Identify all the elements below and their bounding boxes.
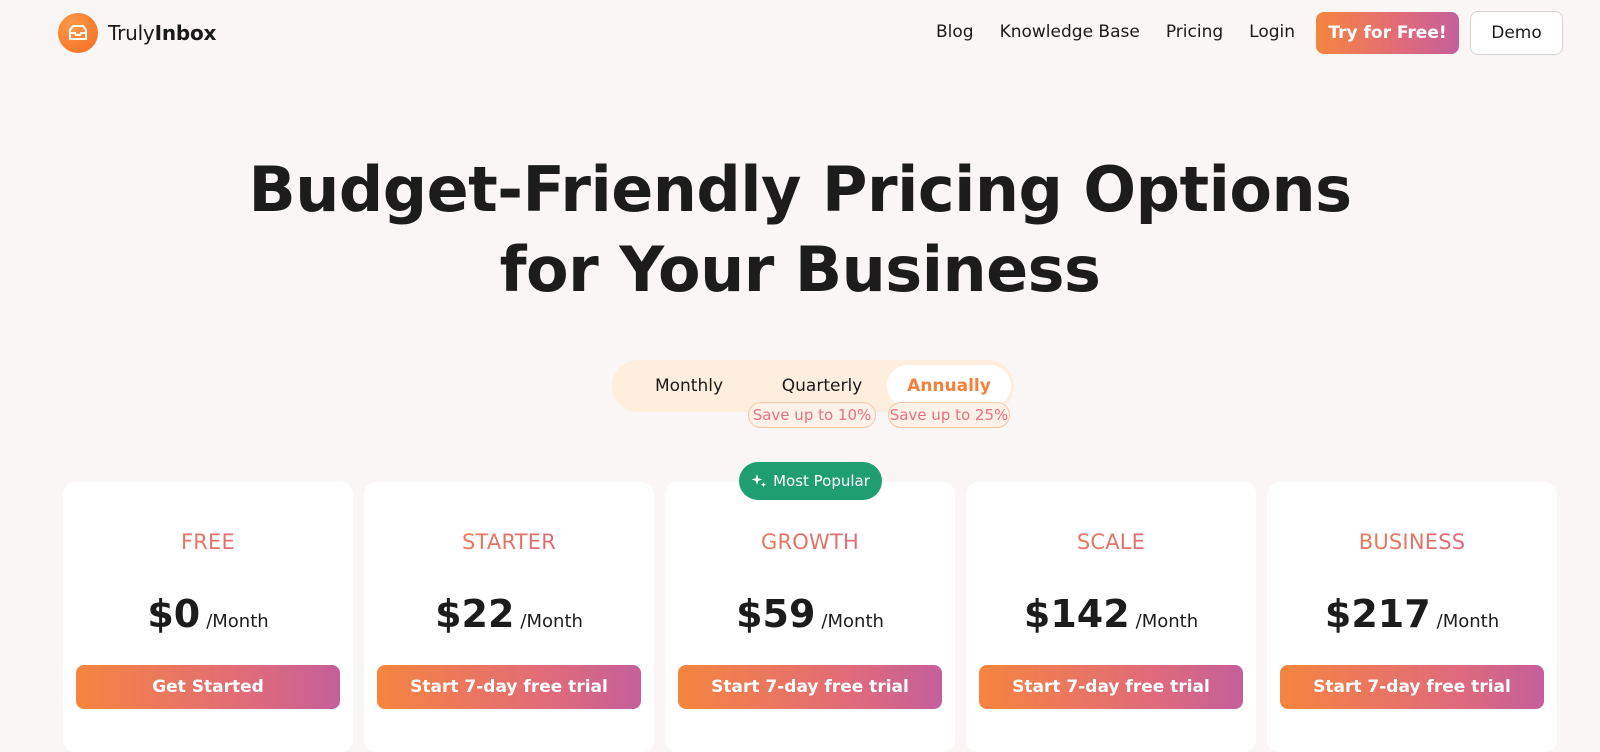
price-amount: $59	[736, 592, 816, 636]
annual-savings-badge: Save up to 25%	[888, 402, 1010, 428]
plan-price: $217 /Month	[1267, 592, 1557, 636]
plan-card-free: FREE $0 /Month Get Started	[63, 482, 353, 752]
hero: Budget-Friendly Pricing Options for Your…	[0, 150, 1600, 310]
billing-option-quarterly[interactable]: Quarterly	[747, 365, 897, 407]
pricing-plans: FREE $0 /Month Get Started STARTER $22 /…	[63, 482, 1563, 752]
most-popular-label: Most Popular	[773, 472, 870, 490]
plan-price: $59 /Month	[665, 592, 955, 636]
plan-cta-button[interactable]: Start 7-day free trial	[1280, 665, 1544, 709]
billing-option-monthly[interactable]: Monthly	[624, 365, 754, 407]
plan-name: GROWTH	[665, 530, 955, 554]
plan-card-growth: GROWTH $59 /Month Start 7-day free trial	[665, 482, 955, 752]
price-amount: $22	[435, 592, 515, 636]
plan-name: FREE	[63, 530, 353, 554]
nav-link-pricing[interactable]: Pricing	[1166, 22, 1223, 42]
plan-name: STARTER	[364, 530, 654, 554]
nav-link-login[interactable]: Login	[1249, 22, 1295, 42]
inbox-tray-icon	[58, 13, 98, 53]
nav-link-blog[interactable]: Blog	[936, 22, 974, 42]
plan-price: $0 /Month	[63, 592, 353, 636]
page-title-line-1: Budget-Friendly Pricing Options	[248, 153, 1352, 226]
nav-menu: Blog Knowledge Base Pricing Login	[936, 22, 1321, 42]
logo-text-bold: Inbox	[154, 21, 217, 45]
plan-name: SCALE	[966, 530, 1256, 554]
logo[interactable]: TrulyInbox	[58, 13, 216, 53]
most-popular-badge: Most Popular	[739, 462, 882, 500]
price-period: /Month	[1135, 611, 1199, 632]
price-period: /Month	[1436, 611, 1500, 632]
logo-wordmark: TrulyInbox	[108, 21, 216, 45]
plan-card-scale: SCALE $142 /Month Start 7-day free trial	[966, 482, 1256, 752]
price-period: /Month	[520, 611, 583, 632]
demo-button[interactable]: Demo	[1470, 11, 1563, 55]
plan-cta-button[interactable]: Get Started	[76, 665, 340, 709]
plan-card-starter: STARTER $22 /Month Start 7-day free tria…	[364, 482, 654, 752]
plan-price: $142 /Month	[966, 592, 1256, 636]
sparkle-icon	[751, 474, 767, 488]
try-for-free-button[interactable]: Try for Free!	[1316, 12, 1459, 54]
plan-cta-button[interactable]: Start 7-day free trial	[377, 665, 641, 709]
plan-card-business: BUSINESS $217 /Month Start 7-day free tr…	[1267, 482, 1557, 752]
quarterly-savings-badge: Save up to 10%	[748, 402, 876, 428]
page-title: Budget-Friendly Pricing Options for Your…	[0, 150, 1600, 310]
plan-price: $22 /Month	[364, 592, 654, 636]
price-amount: $142	[1023, 592, 1130, 636]
plan-cta-button[interactable]: Start 7-day free trial	[979, 665, 1243, 709]
nav-link-knowledge-base[interactable]: Knowledge Base	[1000, 22, 1140, 42]
logo-text-regular: Truly	[108, 21, 155, 45]
price-period: /Month	[206, 611, 269, 632]
billing-option-annually[interactable]: Annually	[887, 365, 1011, 407]
top-navbar: TrulyInbox Blog Knowledge Base Pricing L…	[0, 0, 1600, 66]
price-period: /Month	[821, 611, 884, 632]
price-amount: $0	[147, 592, 201, 636]
plan-cta-button[interactable]: Start 7-day free trial	[678, 665, 942, 709]
plan-name: BUSINESS	[1267, 530, 1557, 554]
price-amount: $217	[1324, 592, 1431, 636]
page-title-line-2: for Your Business	[499, 233, 1101, 306]
